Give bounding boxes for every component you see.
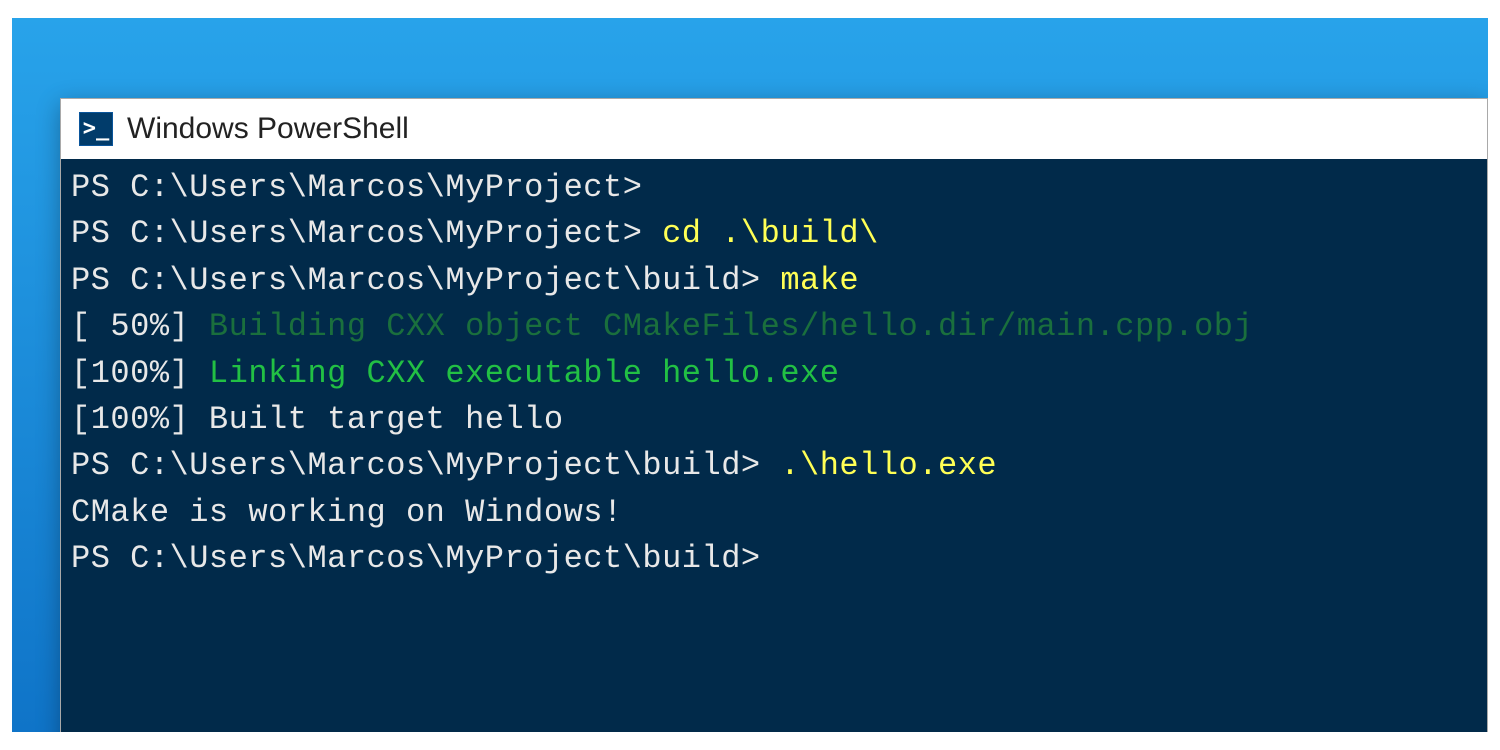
console-text: CMake is working on Windows!: [71, 494, 623, 531]
console-line: CMake is working on Windows!: [71, 490, 1477, 536]
console-text-green: Linking CXX executable hello.exe: [209, 355, 840, 392]
window-titlebar[interactable]: >_ Windows PowerShell: [61, 99, 1487, 159]
powershell-window: >_ Windows PowerShell PS C:\Users\Marcos…: [60, 98, 1488, 732]
console-text: PS C:\Users\Marcos\MyProject\build>: [71, 262, 780, 299]
console-line: PS C:\Users\Marcos\MyProject>: [71, 165, 1477, 211]
console-text: [100%]: [71, 355, 209, 392]
console-line: [ 50%] Building CXX object CMakeFiles/he…: [71, 304, 1477, 350]
console-text: PS C:\Users\Marcos\MyProject\build>: [71, 447, 780, 484]
console-text-yellow: .\hello.exe: [780, 447, 997, 484]
console-text: PS C:\Users\Marcos\MyProject\build>: [71, 540, 780, 577]
desktop-background: >_ Windows PowerShell PS C:\Users\Marcos…: [12, 18, 1488, 732]
console-text: [ 50%]: [71, 308, 209, 345]
powershell-icon: >_: [79, 112, 113, 146]
console-line: [100%] Built target hello: [71, 397, 1477, 443]
console-line: PS C:\Users\Marcos\MyProject\build> .\he…: [71, 443, 1477, 489]
console-line: PS C:\Users\Marcos\MyProject\build>: [71, 536, 1477, 582]
console-line: PS C:\Users\Marcos\MyProject\build> make: [71, 258, 1477, 304]
console-text-yellow: make: [780, 262, 859, 299]
console-text: PS C:\Users\Marcos\MyProject>: [71, 215, 662, 252]
screenshot-frame: >_ Windows PowerShell PS C:\Users\Marcos…: [0, 0, 1500, 750]
console-text-green-dim: Building CXX object CMakeFiles/hello.dir…: [209, 308, 1253, 345]
console-line: [100%] Linking CXX executable hello.exe: [71, 351, 1477, 397]
console-text: PS C:\Users\Marcos\MyProject>: [71, 169, 662, 206]
powershell-icon-glyph: >_: [83, 118, 110, 140]
window-title: Windows PowerShell: [127, 112, 409, 146]
console-text-yellow: cd .\build\: [662, 215, 879, 252]
console-output[interactable]: PS C:\Users\Marcos\MyProject> PS C:\User…: [61, 159, 1487, 732]
console-text: [100%] Built target hello: [71, 401, 564, 438]
console-line: PS C:\Users\Marcos\MyProject> cd .\build…: [71, 211, 1477, 257]
